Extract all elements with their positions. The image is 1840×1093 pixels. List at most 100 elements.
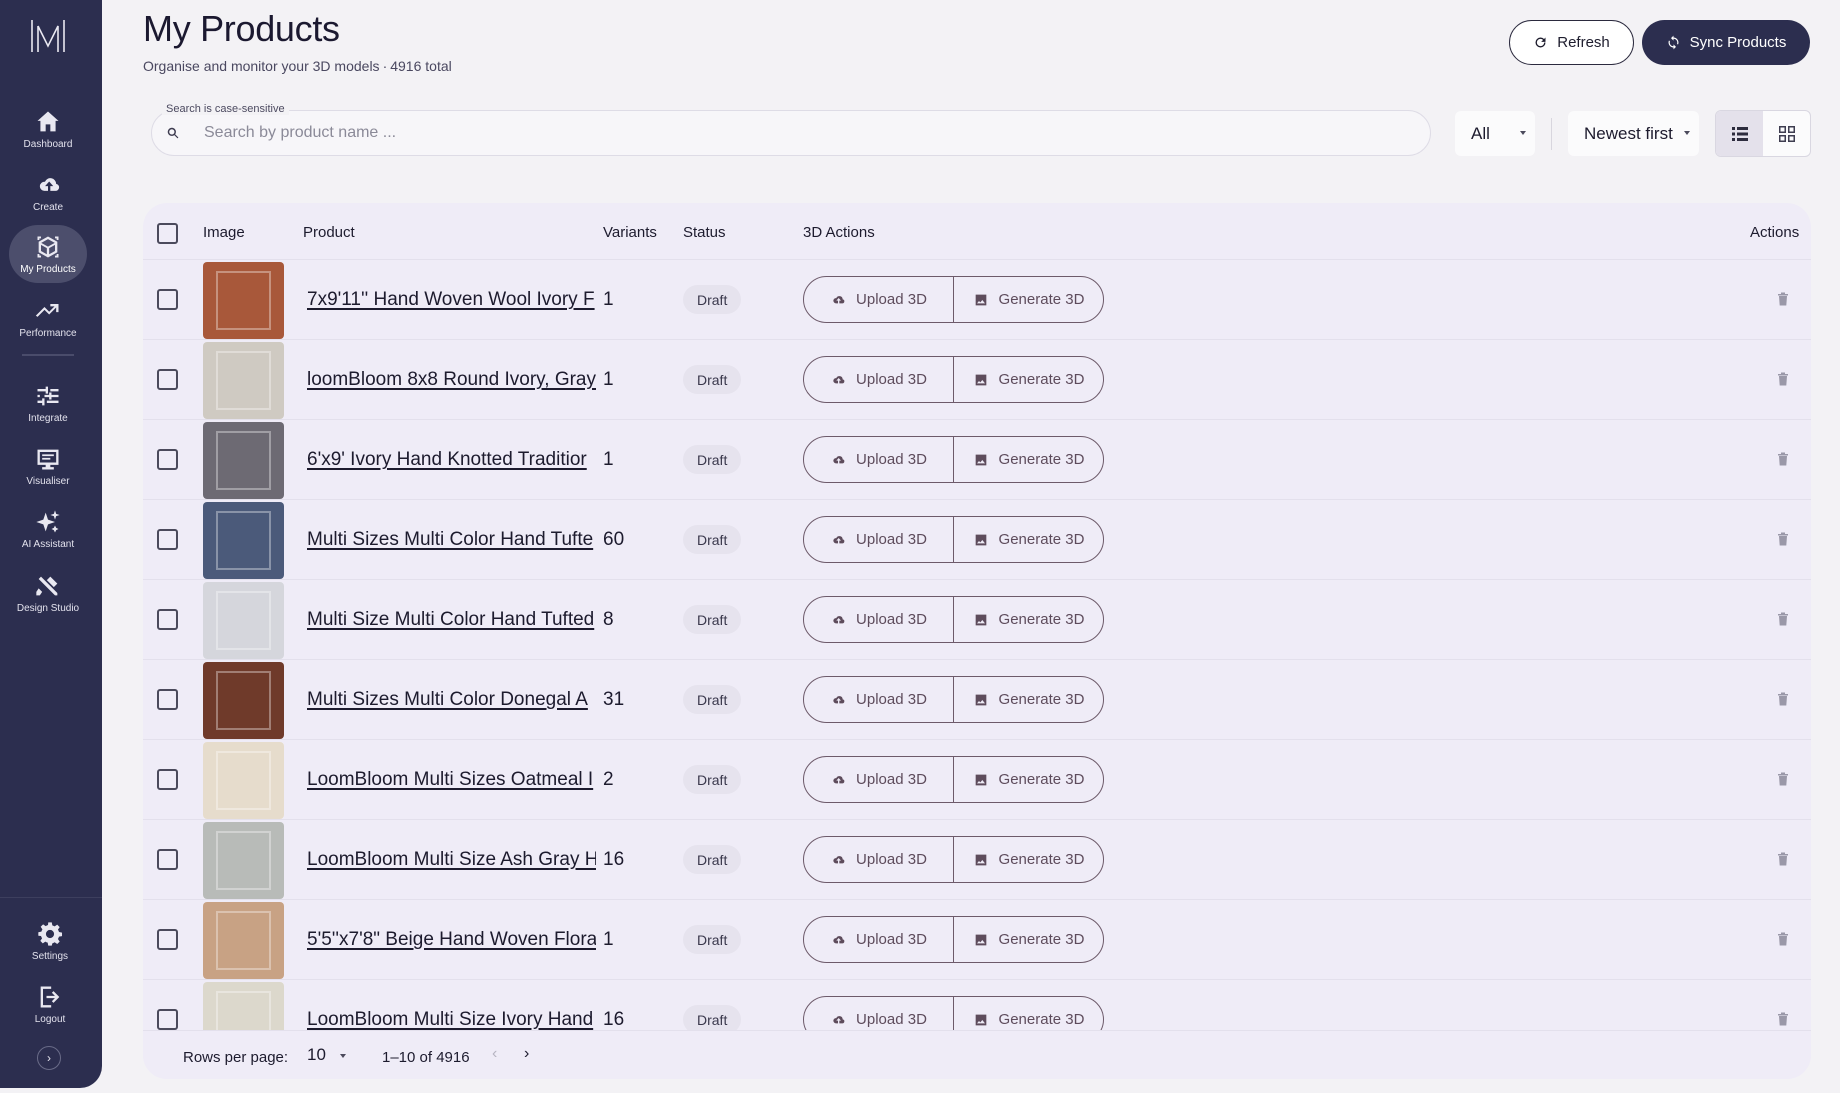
generate-3d-button[interactable]: Generate 3D [953, 517, 1103, 562]
delete-icon[interactable] [1777, 772, 1789, 786]
product-name-link[interactable]: 6'x9' Ivory Hand Knotted Traditior [307, 449, 596, 471]
grid-view-button[interactable] [1763, 111, 1810, 156]
upload-3d-button[interactable]: Upload 3D [804, 357, 953, 402]
delete-icon[interactable] [1777, 532, 1789, 546]
previous-page-button[interactable]: ‹ [492, 1045, 497, 1063]
delete-icon[interactable] [1777, 612, 1789, 626]
upload-3d-button[interactable]: Upload 3D [804, 997, 953, 1030]
sidebar-item-ai-assistant[interactable]: AI Assistant [9, 500, 87, 558]
upload-3d-button[interactable]: Upload 3D [804, 277, 953, 322]
generate-3d-button[interactable]: Generate 3D [953, 917, 1103, 962]
generate-3d-button[interactable]: Generate 3D [953, 677, 1103, 722]
upload-3d-button[interactable]: Upload 3D [804, 837, 953, 882]
row-checkbox[interactable] [157, 449, 178, 470]
column-header-product[interactable]: Product [303, 224, 355, 241]
row-checkbox[interactable] [157, 529, 178, 550]
product-thumbnail[interactable] [203, 502, 284, 579]
row-checkbox[interactable] [157, 289, 178, 310]
generate-3d-button[interactable]: Generate 3D [953, 837, 1103, 882]
product-name-link[interactable]: 5'5''x7'8" Beige Hand Woven Flora [307, 929, 596, 951]
sidebar-item-dashboard[interactable]: Dashboard [9, 100, 87, 158]
product-name-link[interactable]: LoomBloom Multi Size Ivory Hand [307, 1009, 596, 1030]
sidebar-item-integrate[interactable]: Integrate [9, 374, 87, 432]
delete-icon[interactable] [1777, 292, 1789, 306]
generate-3d-button[interactable]: Generate 3D [953, 277, 1103, 322]
search-field[interactable]: Search is case-sensitive [151, 103, 1431, 156]
rows-per-page-select[interactable]: 10 [307, 1045, 326, 1065]
product-name-link[interactable]: Multi Sizes Multi Color Hand Tufte [307, 529, 596, 551]
delete-icon[interactable] [1777, 852, 1789, 866]
product-thumbnail[interactable] [203, 902, 284, 979]
sync-products-button[interactable]: Sync Products [1642, 20, 1810, 65]
cloud-upload-icon [833, 935, 845, 943]
product-name-link[interactable]: LoomBloom Multi Sizes Oatmeal I [307, 769, 596, 791]
refresh-button[interactable]: Refresh [1509, 20, 1634, 65]
product-thumbnail[interactable] [203, 582, 284, 659]
row-checkbox[interactable] [157, 1009, 178, 1030]
sidebar-item-logout[interactable]: Logout [11, 975, 89, 1033]
sidebar-item-settings[interactable]: Settings [11, 912, 89, 970]
sidebar-item-performance[interactable]: Performance [9, 289, 87, 347]
row-checkbox[interactable] [157, 769, 178, 790]
variants-count: 60 [603, 529, 625, 550]
product-thumbnail[interactable] [203, 262, 284, 339]
product-thumbnail[interactable] [203, 422, 284, 499]
refresh-icon [1535, 37, 1546, 48]
delete-icon[interactable] [1777, 372, 1789, 386]
sort-select[interactable]: Newest first [1568, 111, 1699, 156]
status-filter-select[interactable]: All [1455, 111, 1535, 156]
product-thumbnail[interactable] [203, 822, 284, 899]
product-name-link[interactable]: LoomBloom Multi Size Ash Gray H [307, 849, 596, 871]
product-thumbnail[interactable] [203, 342, 284, 419]
sidebar-expand-button[interactable]: › [37, 1046, 61, 1070]
row-checkbox[interactable] [157, 929, 178, 950]
variants-count: 1 [603, 369, 614, 390]
variants-count: 1 [603, 289, 614, 310]
column-header-variants[interactable]: Variants [603, 224, 657, 241]
upload-3d-button[interactable]: Upload 3D [804, 757, 953, 802]
column-header-status[interactable]: Status [683, 224, 726, 241]
upload-3d-button[interactable]: Upload 3D [804, 517, 953, 562]
sidebar-item-design-studio[interactable]: Design Studio [9, 564, 87, 622]
sidebar-item-create[interactable]: Create [9, 163, 87, 221]
sidebar-item-visualiser[interactable]: Visualiser [9, 437, 87, 495]
product-name-link[interactable]: Multi Size Multi Color Hand Tufted [307, 609, 596, 631]
product-thumbnail[interactable] [203, 982, 284, 1030]
delete-icon[interactable] [1777, 1012, 1789, 1026]
generate-3d-button[interactable]: Generate 3D [953, 997, 1103, 1030]
row-checkbox[interactable] [157, 689, 178, 710]
delete-icon[interactable] [1777, 452, 1789, 466]
product-name-link[interactable]: loomBloom 8x8 Round Ivory, Gray [307, 369, 596, 391]
sidebar-item-my-products[interactable]: My Products [9, 225, 87, 283]
upload-3d-button[interactable]: Upload 3D [804, 437, 953, 482]
generate-3d-button[interactable]: Generate 3D [953, 357, 1103, 402]
generate-3d-button[interactable]: Generate 3D [953, 757, 1103, 802]
list-view-button[interactable] [1716, 111, 1763, 156]
sidebar-item-label: My Products [20, 264, 76, 275]
product-thumbnail[interactable] [203, 742, 284, 819]
cube-icon [37, 236, 59, 258]
next-page-button[interactable]: › [524, 1045, 529, 1063]
row-checkbox[interactable] [157, 849, 178, 870]
delete-icon[interactable] [1777, 692, 1789, 706]
select-all-checkbox[interactable] [157, 223, 178, 244]
row-checkbox[interactable] [157, 369, 178, 390]
column-header-image: Image [203, 224, 245, 241]
sidebar-bottom-divider [0, 897, 102, 898]
row-checkbox[interactable] [157, 609, 178, 630]
brand-logo[interactable] [28, 16, 68, 56]
upload-3d-button[interactable]: Upload 3D [804, 677, 953, 722]
status-badge: Draft [683, 925, 742, 954]
product-name-link[interactable]: 7x9'11'' Hand Woven Wool Ivory F [307, 289, 596, 311]
upload-3d-button[interactable]: Upload 3D [804, 597, 953, 642]
upload-3d-label: Upload 3D [856, 611, 927, 628]
generate-3d-button[interactable]: Generate 3D [953, 437, 1103, 482]
generate-3d-button[interactable]: Generate 3D [953, 597, 1103, 642]
product-name-link[interactable]: Multi Sizes Multi Color Donegal A [307, 689, 596, 711]
upload-3d-button[interactable]: Upload 3D [804, 917, 953, 962]
table-row: loomBloom 8x8 Round Ivory, Gray 1 Draft … [143, 340, 1811, 420]
trending-up-icon [35, 304, 59, 317]
product-thumbnail[interactable] [203, 662, 284, 739]
delete-icon[interactable] [1777, 932, 1789, 946]
search-input[interactable] [204, 111, 1404, 155]
